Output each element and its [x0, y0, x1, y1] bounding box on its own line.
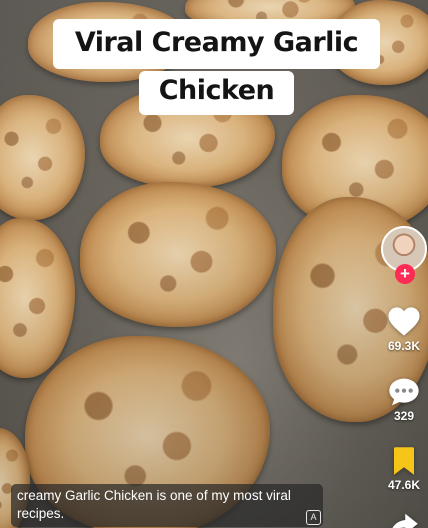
creator-avatar-group[interactable]: + [381, 226, 428, 284]
comment-icon [389, 378, 419, 406]
share-icon [392, 513, 418, 528]
action-rail: + 69.3K 329 47.6K [368, 0, 428, 528]
bookmark-icon [394, 447, 414, 475]
video-caption: creamy Garlic Chicken is one of my most … [11, 484, 323, 527]
video-title-line1: Viral Creamy Garlic [74, 27, 359, 58]
video-title-line2-box: Chicken [139, 71, 294, 115]
comment-count: 329 [393, 409, 415, 423]
save-button[interactable]: 47.6K [374, 446, 428, 492]
heart-icon [388, 307, 420, 336]
follow-button[interactable]: + [395, 264, 415, 284]
save-count: 47.6K [387, 478, 421, 492]
video-title-line1-box: Viral Creamy Garlic [53, 19, 380, 69]
translate-icon[interactable]: A [306, 510, 321, 525]
like-count: 69.3K [387, 339, 421, 353]
share-button[interactable] [374, 512, 428, 528]
comment-button[interactable]: 329 [374, 377, 428, 423]
like-button[interactable]: 69.3K [374, 306, 428, 353]
video-title-line2: Chicken [158, 75, 275, 106]
